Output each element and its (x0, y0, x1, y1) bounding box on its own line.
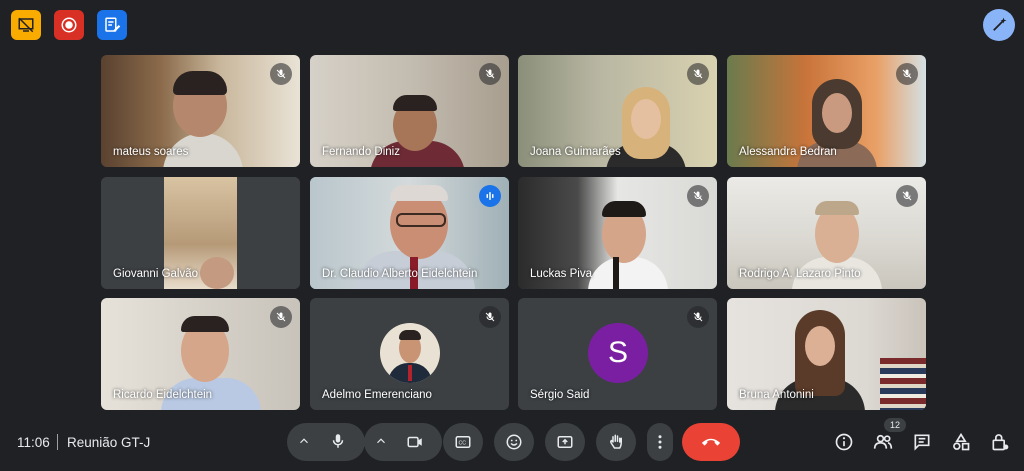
participant-tile[interactable]: Ricardo Eidelchtein (101, 298, 300, 410)
notes-edit-icon[interactable] (97, 10, 127, 40)
participant-tile[interactable]: Rodrigo A. Lazaro Pinto (727, 177, 926, 289)
participant-name: Rodrigo A. Lazaro Pinto (739, 268, 861, 280)
activities-icon[interactable] (950, 431, 972, 453)
participant-name: Alessandra Bedran (739, 146, 837, 158)
more-vert-icon (657, 433, 663, 451)
record-icon[interactable] (54, 10, 84, 40)
mic-off-icon (479, 63, 501, 85)
participant-tile[interactable]: Fernando Diniz (310, 55, 509, 167)
people-icon[interactable] (872, 431, 894, 453)
present-screen-button[interactable] (545, 423, 585, 461)
participant-name: Ricardo Eidelchtein (113, 389, 213, 401)
participant-name: Fernando Diniz (322, 146, 400, 158)
participant-name: Dr. Claudio Alberto Eidelchtein (322, 268, 478, 280)
mic-off-icon (687, 185, 709, 207)
camera-control-group (364, 423, 442, 461)
participant-tile[interactable]: Joana Guimarães (518, 55, 717, 167)
mic-off-icon (270, 63, 292, 85)
participant-tile[interactable]: mateus soares (101, 55, 300, 167)
participant-name: Bruna Antonini (739, 389, 814, 401)
participant-tile[interactable]: Luckas Piva (518, 177, 717, 289)
camera-icon[interactable] (406, 433, 424, 451)
participant-tile[interactable]: Bruna Antonini (727, 298, 926, 410)
participant-name: Giovanni Galvão (113, 268, 199, 280)
hand-icon (607, 433, 625, 451)
present-icon (556, 433, 574, 451)
raise-hand-button[interactable] (596, 423, 636, 461)
mic-off-icon (687, 63, 709, 85)
chevron-up-icon[interactable] (297, 434, 311, 448)
meeting-info-icon[interactable] (833, 431, 855, 453)
reactions-button[interactable] (494, 423, 534, 461)
participant-name: mateus soares (113, 146, 189, 158)
host-controls-lock-icon[interactable] (989, 431, 1011, 453)
mic-control-group (287, 423, 365, 461)
meeting-name: Reunião GT-J (67, 435, 151, 450)
participant-tile[interactable]: Alessandra Bedran (727, 55, 926, 167)
participant-tile[interactable]: Adelmo Emerenciano (310, 298, 509, 410)
mic-off-icon (896, 185, 918, 207)
phone-hangup-icon (700, 435, 722, 449)
svg-text:CC: CC (459, 440, 467, 446)
participant-name: Adelmo Emerenciano (322, 389, 432, 401)
bookshelf (880, 358, 926, 410)
mic-off-icon (896, 63, 918, 85)
speaking-indicator-icon (479, 185, 501, 207)
people-count-badge: 12 (884, 418, 906, 432)
participant-tile[interactable]: Giovanni Galvão (101, 177, 300, 289)
participant-tile[interactable]: S Sérgio Said (518, 298, 717, 410)
mic-icon[interactable] (329, 432, 347, 450)
chevron-up-icon[interactable] (374, 434, 388, 448)
divider (57, 434, 58, 450)
mic-off-icon (270, 306, 292, 328)
clock: 11:06 (17, 435, 50, 450)
participant-tile-active-speaker[interactable]: Dr. Claudio Alberto Eidelchtein (310, 177, 509, 289)
participant-name: Sérgio Said (530, 389, 590, 401)
mic-off-icon (687, 306, 709, 328)
effects-wand-icon[interactable] (983, 9, 1015, 41)
leave-call-button[interactable] (682, 423, 740, 461)
participant-initial-avatar: S (588, 323, 648, 383)
participant-name: Luckas Piva (530, 268, 593, 280)
chat-icon[interactable] (911, 431, 933, 453)
presentation-off-icon[interactable] (11, 10, 41, 40)
participant-name: Joana Guimarães (530, 146, 621, 158)
emoji-icon (505, 433, 523, 451)
captions-icon: CC (454, 433, 472, 451)
mic-off-icon (479, 306, 501, 328)
captions-button[interactable]: CC (443, 423, 483, 461)
more-options-button[interactable] (647, 423, 673, 461)
participant-avatar (380, 323, 440, 383)
bottom-control-bar: 11:06 Reunião GT-J CC 12 (0, 418, 1024, 471)
